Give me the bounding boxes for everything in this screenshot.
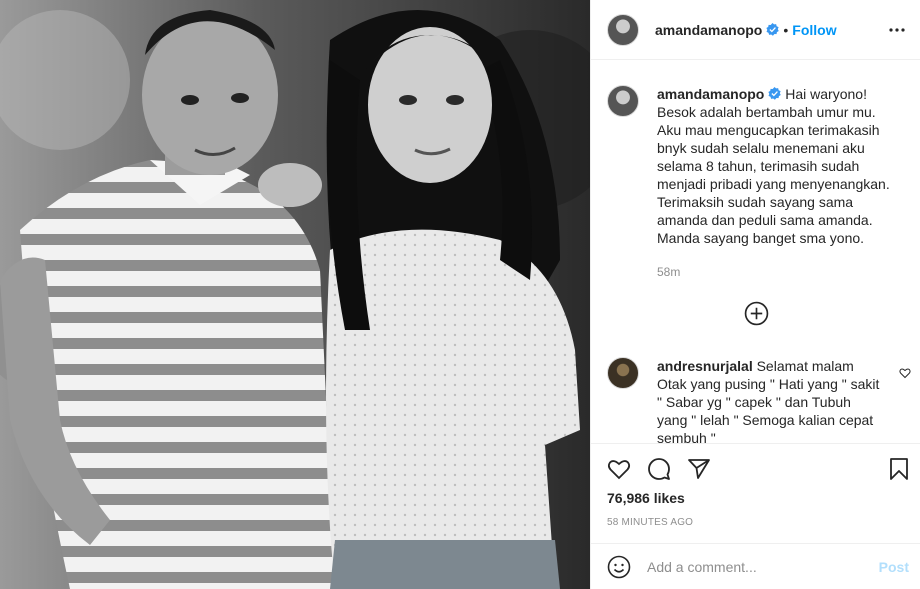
paper-plane-icon[interactable] <box>687 457 711 481</box>
photo-illustration <box>0 0 590 589</box>
more-options-icon[interactable] <box>889 22 905 38</box>
comment-body: andresnurjalal Selamat malam Otak yang p… <box>657 357 882 443</box>
follow-button[interactable]: Follow <box>792 22 836 38</box>
commenter-username[interactable]: andresnurjalal <box>657 358 753 374</box>
caption-text: Hai waryono! Besok adalah bertambah umur… <box>657 86 890 246</box>
post-photo[interactable] <box>0 0 590 589</box>
comment-composer: Post <box>591 543 920 589</box>
separator-dot: • <box>783 21 789 38</box>
author-username[interactable]: amandamanopo <box>655 22 762 38</box>
caption-avatar[interactable] <box>607 85 639 117</box>
heart-icon[interactable] <box>607 457 631 481</box>
caption-username[interactable]: amandamanopo <box>657 86 764 102</box>
action-bar: 76,986 likes 58 MINUTES AGO <box>591 443 920 543</box>
comment-bubble-icon[interactable] <box>647 457 671 481</box>
post-caption: amandamanopo Hai waryono! Besok adalah b… <box>607 85 907 281</box>
heart-icon[interactable] <box>899 367 911 379</box>
caption-timestamp[interactable]: 58m <box>657 263 907 281</box>
comment-input[interactable] <box>647 558 867 575</box>
plus-circle-icon[interactable] <box>744 301 769 326</box>
likes-count[interactable]: 76,986 likes <box>607 490 685 506</box>
post-comment-button[interactable]: Post <box>879 559 909 575</box>
post-header: amandamanopo • Follow <box>591 0 920 60</box>
smiley-icon[interactable] <box>607 555 631 579</box>
commenter-avatar[interactable] <box>607 357 639 389</box>
verified-badge-icon <box>768 87 782 100</box>
comments-list[interactable]: amandamanopo Hai waryono! Besok adalah b… <box>591 61 920 443</box>
caption-body: amandamanopo Hai waryono! Besok adalah b… <box>657 85 907 281</box>
author-avatar[interactable] <box>607 13 639 46</box>
post-side-panel: amandamanopo • Follow amandamanopo Hai w… <box>590 0 920 589</box>
bookmark-icon[interactable] <box>887 457 911 481</box>
caption-text-block: amandamanopo Hai waryono! Besok adalah b… <box>657 85 907 247</box>
comment-item: andresnurjalal Selamat malam Otak yang p… <box>607 357 907 443</box>
post-timestamp[interactable]: 58 MINUTES AGO <box>607 517 693 528</box>
verified-badge-icon <box>766 23 780 36</box>
